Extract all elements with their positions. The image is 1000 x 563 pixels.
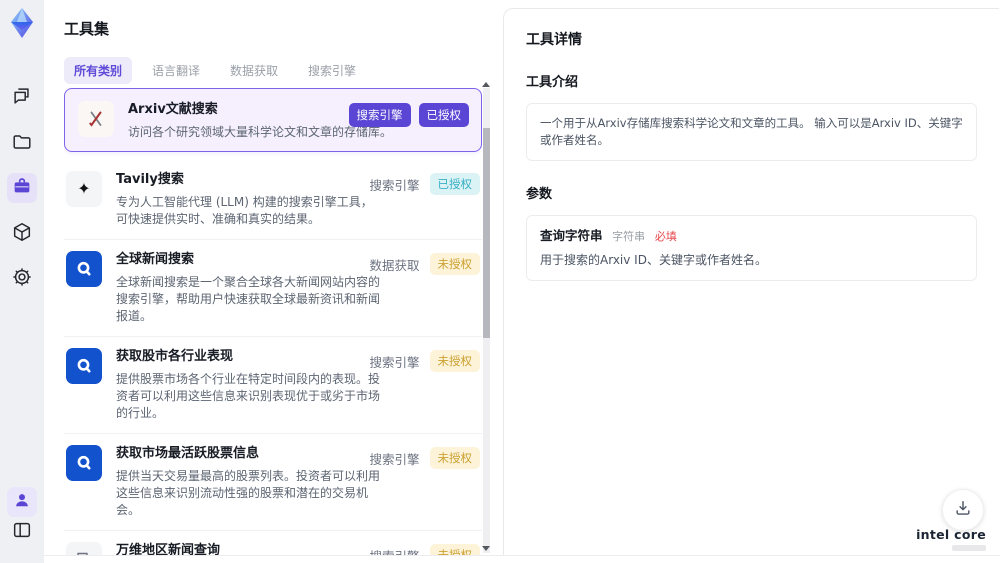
sidebar-item-settings[interactable]	[7, 264, 37, 294]
tool-description: 专为人工智能代理 (LLM) 构建的搜索引擎工具，可快速提供实时、准确和真实的结…	[116, 195, 373, 226]
chat-icon	[11, 85, 33, 111]
status-badge: 已授权	[429, 173, 480, 195]
tool-title: Tavily搜索	[116, 172, 184, 187]
briefcase-icon	[11, 175, 33, 201]
layout-panel-icon	[11, 519, 33, 545]
sidebar	[0, 0, 44, 563]
arxiv-logo-icon	[78, 101, 114, 137]
param-card: 查询字符串 字符串 必填 用于搜索的Arxiv ID、关键字或作者姓名。	[526, 215, 977, 281]
page-title: 工具集	[64, 20, 110, 38]
sidebar-item-chat[interactable]	[7, 83, 37, 113]
param-type: 字符串	[612, 230, 646, 243]
tool-details-panel: 工具详情 工具介绍 一个用于从Arxiv存储库搜索科学论文和文章的工具。 输入可…	[503, 8, 999, 555]
scrollbar-thumb[interactable]	[483, 128, 490, 338]
newspaper-icon	[66, 542, 102, 555]
intro-text: 一个用于从Arxiv存储库搜索科学论文和文章的工具。 输入可以是Arxiv ID…	[540, 116, 963, 147]
intro-heading: 工具介绍	[526, 75, 579, 90]
category-badge: 搜索引擎	[348, 103, 411, 127]
tool-item-sector-performance[interactable]: 获取股市各行业表现 提供股票市场各个行业在特定时间段内的表现。投资者可以利用这些…	[64, 337, 482, 434]
status-badge: 未授权	[429, 350, 480, 372]
status-badge: 已授权	[418, 103, 469, 127]
download-icon	[953, 498, 973, 522]
tavily-logo-icon: ✦	[66, 171, 102, 207]
tool-title: 获取股市各行业表现	[116, 349, 234, 364]
tool-description: 提供股票市场各个行业在特定时间段内的表现。投资者可以利用这些信息来识别表现优于或…	[116, 372, 381, 420]
download-button[interactable]	[942, 489, 984, 531]
status-badge: 未授权	[429, 544, 480, 555]
tool-description: 提供当天交易量最高的股票列表。投资者可以利用这些信息来识别流动性强的股票和潜在的…	[116, 469, 381, 517]
sidebar-item-collapse[interactable]	[7, 517, 37, 547]
category-label: 搜索引擎	[369, 546, 419, 556]
intel-core-logo: intel core	[916, 527, 986, 551]
tool-list-panel: 工具集 所有类别 语言翻译 数据获取 搜索引擎 Arxiv文献搜索 访问各个研究…	[44, 0, 503, 555]
folder-icon	[11, 131, 33, 157]
sidebar-item-tools[interactable]	[7, 173, 37, 203]
category-label: 搜索引擎	[369, 451, 420, 467]
intel-core-logo-text: intel core	[916, 527, 986, 542]
details-title: 工具详情	[526, 32, 582, 48]
bottom-divider	[44, 555, 1000, 556]
tool-item-most-active-stocks[interactable]: 获取市场最活跃股票信息 提供当天交易量最高的股票列表。投资者可以利用这些信息来识…	[64, 434, 482, 531]
tab-search-engine[interactable]: 搜索引擎	[298, 57, 366, 84]
tool-title: 获取市场最活跃股票信息	[116, 446, 260, 461]
category-label: 搜索引擎	[369, 354, 420, 370]
status-badge: 未授权	[429, 253, 480, 275]
param-required-flag: 必填	[654, 230, 677, 243]
param-description: 用于搜索的Arxiv ID、关键字或作者姓名。	[540, 253, 767, 267]
params-heading: 参数	[526, 187, 553, 202]
tool-item-global-news[interactable]: 全球新闻搜索 全球新闻搜索是一个聚合全球各大新闻网站内容的搜索引擎，帮助用户快速…	[64, 240, 482, 337]
app-logo-icon	[6, 6, 38, 40]
tool-item-regional-news[interactable]: 万维地区新闻查询 查询具体行政区划内的新闻，快速了解各地新闻动 搜索引擎 未授权	[64, 531, 482, 555]
param-header: 查询字符串 字符串 必填	[540, 227, 963, 245]
tool-title: 全球新闻搜索	[116, 252, 195, 267]
tab-data-fetch[interactable]: 数据获取	[220, 57, 288, 84]
tab-all-categories[interactable]: 所有类别	[64, 57, 133, 84]
tool-item-arxiv-selected[interactable]: Arxiv文献搜索 访问各个研究领域大量科学论文和文章的存储库。 搜索引擎 已授…	[64, 88, 482, 152]
tool-list: Arxiv文献搜索 访问各个研究领域大量科学论文和文章的存储库。 搜索引擎 已授…	[64, 88, 482, 555]
app-window: 工具集 所有类别 语言翻译 数据获取 搜索引擎 Arxiv文献搜索 访问各个研究…	[0, 0, 1000, 563]
intel-core-logo-subbar	[952, 545, 986, 551]
scrollbar-up-arrow[interactable]	[482, 82, 490, 87]
intro-card: 一个用于从Arxiv存储库搜索科学论文和文章的工具。 输入可以是Arxiv ID…	[526, 103, 977, 161]
sidebar-item-account[interactable]	[7, 487, 37, 517]
tool-description: 全球新闻搜索是一个聚合全球各大新闻网站内容的搜索引擎，帮助用户快速获取全球最新资…	[116, 275, 381, 323]
cube-icon	[11, 221, 33, 247]
sidebar-item-files[interactable]	[7, 129, 37, 159]
category-label: 搜索引擎	[369, 177, 420, 193]
sidebar-item-packages[interactable]	[7, 219, 37, 249]
news-search-logo-icon	[66, 348, 102, 384]
param-name: 查询字符串	[540, 228, 603, 243]
news-search-logo-icon	[66, 251, 102, 287]
scrollbar-track[interactable]	[483, 88, 490, 553]
category-tabs: 所有类别 语言翻译 数据获取 搜索引擎	[64, 57, 366, 84]
status-badge: 未授权	[429, 447, 480, 469]
user-icon	[12, 490, 32, 514]
news-search-logo-icon	[66, 445, 102, 481]
tool-title: 万维地区新闻查询	[116, 543, 221, 555]
tab-translation[interactable]: 语言翻译	[142, 57, 210, 84]
scrollbar-down-arrow[interactable]	[482, 546, 490, 551]
gear-icon	[11, 266, 33, 292]
category-label: 数据获取	[369, 257, 420, 273]
tool-item-tavily[interactable]: ✦ Tavily搜索 专为人工智能代理 (LLM) 构建的搜索引擎工具，可快速提…	[64, 160, 482, 240]
